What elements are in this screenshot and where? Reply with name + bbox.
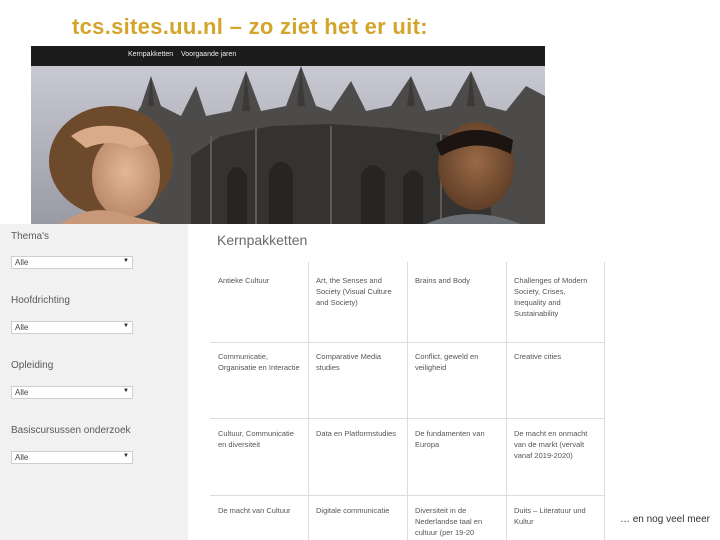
grid-cell[interactable]: Brains and Body xyxy=(415,275,499,286)
website-header-screenshot: Kernpakketten Voorgaande jaren xyxy=(31,46,545,224)
grid-cell[interactable]: Diversiteit in de Nederlandse taal en cu… xyxy=(415,505,499,538)
grid-cell[interactable]: Antieke Cultuur xyxy=(218,275,302,286)
filter-sidebar: Thema's Alle ▼ Hoofdrichting Alle ▼ Ople… xyxy=(0,224,188,540)
dropdown-arrow-icon: ▼ xyxy=(123,388,129,394)
filter-select-value: Alle xyxy=(15,388,29,397)
grid-divider xyxy=(210,342,605,343)
site-navbar: Kernpakketten Voorgaande jaren xyxy=(31,46,545,66)
grid-cell[interactable]: Conflict, geweld en veiligheid xyxy=(415,351,499,373)
filter-label-basiscursussen: Basiscursussen onderzoek xyxy=(11,425,131,436)
grid-divider xyxy=(506,262,507,540)
dropdown-arrow-icon: ▼ xyxy=(123,258,129,264)
grid-divider xyxy=(210,418,605,419)
nav-item-kernpakketten[interactable]: Kernpakketten xyxy=(128,51,173,58)
filter-select-opleiding[interactable]: Alle ▼ xyxy=(11,386,133,399)
nav-item-voorgaande-jaren[interactable]: Voorgaande jaren xyxy=(181,51,236,58)
grid-cell[interactable]: Communicatie, Organisatie en Interactie xyxy=(218,351,302,373)
grid-cell[interactable]: Art, the Senses and Society (Visual Cult… xyxy=(316,275,400,308)
grid-divider xyxy=(604,262,605,540)
filter-select-themas[interactable]: Alle ▼ xyxy=(11,256,133,269)
filter-select-value: Alle xyxy=(15,453,29,462)
grid-divider xyxy=(210,495,605,496)
filter-label-hoofdrichting: Hoofdrichting xyxy=(11,295,70,306)
grid-divider xyxy=(407,262,408,540)
filter-select-hoofdrichting[interactable]: Alle ▼ xyxy=(11,321,133,334)
slide-title: tcs.sites.uu.nl – zo ziet het er uit: xyxy=(72,14,428,39)
filter-select-value: Alle xyxy=(15,258,29,267)
grid-cell[interactable]: Duits – Literatuur und Kultur xyxy=(514,505,598,527)
grid-cell[interactable]: Cultuur, Communicatie en diversiteit xyxy=(218,428,302,450)
website-content-screenshot: Thema's Alle ▼ Hoofdrichting Alle ▼ Ople… xyxy=(0,224,605,540)
grid-cell[interactable]: De macht en onmacht van de markt (verval… xyxy=(514,428,598,461)
grid-cell[interactable]: Comparative Media studies xyxy=(316,351,400,373)
grid-cell[interactable]: Challenges of Modern Society, Crises, In… xyxy=(514,275,598,319)
more-note: … en nog veel meer xyxy=(619,514,710,525)
grid-cell[interactable]: De fundamenten van Europa xyxy=(415,428,499,450)
grid-cell[interactable]: Data en Platformstudies xyxy=(316,428,400,439)
grid-divider xyxy=(308,262,309,540)
dropdown-arrow-icon: ▼ xyxy=(123,323,129,329)
grid-cell[interactable]: De macht van Cultuur xyxy=(218,505,302,516)
hero-image xyxy=(31,66,545,224)
grid-cell[interactable]: Creative cities xyxy=(514,351,598,362)
content-title: Kernpakketten xyxy=(217,232,308,248)
grid-cell[interactable]: Digitale communicatie xyxy=(316,505,400,516)
filter-select-basiscursussen[interactable]: Alle ▼ xyxy=(11,451,133,464)
kernpakketten-grid: Antieke Cultuur Art, the Senses and Soci… xyxy=(210,262,605,540)
filter-label-themas: Thema's xyxy=(11,231,50,242)
dropdown-arrow-icon: ▼ xyxy=(123,453,129,459)
filter-select-value: Alle xyxy=(15,323,29,332)
filter-label-opleiding: Opleiding xyxy=(11,360,54,371)
